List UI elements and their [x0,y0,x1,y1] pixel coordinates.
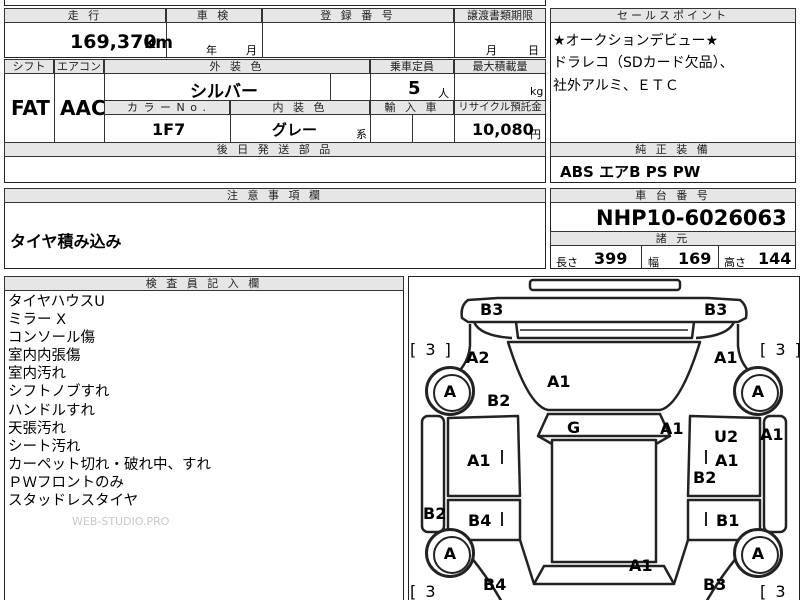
damage-mark: B3 [703,575,727,594]
inspection-label: 車 検 [166,8,262,23]
later-parts-label: 後 日 発 送 部 品 [4,142,546,157]
tread-rear-left: [ 3 [410,582,438,600]
inspector-line: カーペット切れ・破れ中、すれ [8,456,211,473]
inspector-lines: タイヤハウスU ミラー X コンソール傷 室内内張傷 室内汚れ シフトノブすれ … [8,293,211,510]
height-value: 144 [758,249,792,268]
tire-rear-right: A [733,528,783,578]
watermark: WEB-STUDIO.PRO [72,515,170,528]
damage-mark: B4 [483,575,507,594]
inspector-line: 天張汚れ [8,420,66,437]
damage-mark: B1 [716,511,740,530]
recycle-value: 10,080 [472,120,534,139]
notes-label: 注 意 事 項 欄 [4,188,546,203]
width-label: 幅 [648,256,659,269]
recycle-unit: 円 [530,128,541,141]
damage-mark: U2 [714,427,739,446]
sales-point-line: ドラレコ（SDカード欠品）、 [553,55,734,71]
tread-front-left: [ 3 ] [410,340,453,359]
inspector-line: 室内汚れ [8,366,66,383]
mileage-label: 走 行 [4,8,166,23]
inspector-line: ハンドルすれ [8,402,95,419]
capacity-label: 乗車定員 [370,59,454,74]
length-value: 399 [594,249,628,268]
import-label: 輸 入 車 [370,100,454,115]
shift-value: FAT [11,96,50,120]
inspector-line: シフトノブすれ [8,384,110,401]
tire-front-right: A [733,366,783,416]
max-load-label: 最大積載量 [454,59,546,74]
height-label: 高さ [724,256,746,269]
exterior-color-label: 外 装 色 [104,59,370,74]
damage-mark: A1 [547,372,571,391]
interior-color-value: グレー [272,121,318,139]
inspector-line: ＰＷフロントのみ [8,474,124,491]
interior-suffix: 系 [356,128,367,141]
damage-mark: A1 [467,451,491,470]
inspector-line: ミラー X [8,312,67,329]
sales-point-line: 社外アルミ、ＥＴＣ [553,78,679,94]
damage-mark: B2 [693,468,717,487]
mileage-unit: km [144,33,174,53]
damage-mark: G [567,418,581,437]
color-no-value: 1F7 [152,120,186,139]
inspection-month-unit: 月 [246,44,257,57]
chassis-label: 車 台 番 号 [550,188,796,203]
inspector-line: スタッドレスタイヤ [8,493,139,510]
sales-points-label: セールスポイント [550,8,796,23]
damage-mark: B2 [487,391,511,410]
notes-text: タイヤ積み込み [10,232,122,251]
damage-mark: A1 [714,348,738,367]
deadline-day-unit: 日 [528,44,539,57]
inspector-line: コンソール傷 [8,330,95,347]
standard-equipment-label: 純 正 装 備 [550,142,796,157]
width-value: 169 [678,249,712,268]
capacity-unit: 人 [438,87,449,100]
length-label: 長さ [556,256,578,269]
damage-mark: A1 [629,556,653,575]
inspector-line: シート汚れ [8,438,81,455]
recycle-label: リサイクル預託金 [454,100,546,115]
damage-mark: B4 [468,511,492,530]
damage-mark: A1 [760,425,784,444]
capacity-value: 5 [408,78,421,99]
inspector-line: 室内内張傷 [8,348,81,365]
shift-label: シフト [4,59,54,74]
damage-mark: B2 [423,504,447,523]
exterior-color-value: シルバー [190,82,258,102]
registration-label: 登 録 番 号 [262,8,454,23]
damage-mark: B3 [480,300,504,319]
color-no-label: カ ラ ー N o . [104,100,230,115]
ac-label: エアコン [54,59,104,74]
top-cropped-strip [4,0,546,6]
deadline-month-unit: 月 [486,44,497,57]
tread-front-right: [ 3 ] [760,340,800,359]
chassis-value: NHP10-6026063 [596,206,787,230]
interior-color-label: 内 装 色 [230,100,370,115]
damage-mark: A2 [466,348,490,367]
transfer-deadline-label: 譲渡書類期限 [454,8,546,23]
damage-mark: A1 [715,451,739,470]
inspection-year-unit: 年 [206,44,217,57]
inspector-label: 検 査 員 記 入 欄 [4,276,404,291]
tire-rear-left: A [425,528,475,578]
tire-front-left: A [425,366,475,416]
standard-equipment-value: ABS エアB PS PW [560,163,701,181]
damage-mark: B3 [704,300,728,319]
inspector-line: タイヤハウスU [8,294,105,310]
damage-mark: A1 [660,419,684,438]
max-load-unit: kg [530,85,544,98]
tread-rear-right: [ 3 [760,582,788,600]
sales-point-line: ★オークションデビュー★ [553,33,719,49]
specs-label: 諸 元 [550,231,796,246]
ac-value: AAC [60,96,106,120]
